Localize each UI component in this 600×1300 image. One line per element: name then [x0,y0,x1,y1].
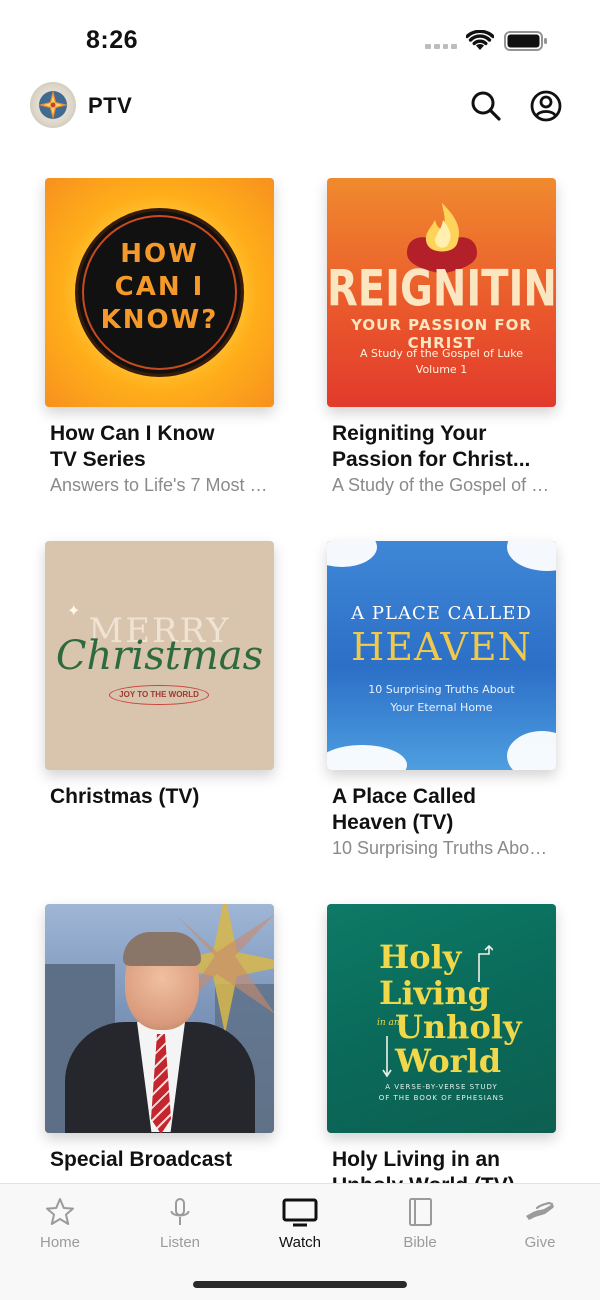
app-title: PTV [88,93,133,118]
series-title: Holy Living in an Unholy World (TV) [332,1148,515,1183]
artwork-caption-line: A VERSE-BY-VERSE STUDY [385,1083,498,1091]
artwork-caption-line: 10 Surprising Truths About [368,683,515,696]
artwork-title-line: Living [379,974,491,1012]
tab-label: Listen [159,1234,201,1251]
tab-label: Home [39,1234,80,1251]
person-hair [123,932,201,966]
tab-label: Give [524,1234,556,1251]
compass-logo-icon [38,90,68,120]
cloud-shape [327,541,377,567]
series-card-holy-living[interactable]: Holy Living in an Unholy World A VERSE-B… [327,904,587,1183]
arrow-up-icon [478,944,493,982]
status-bar: 8:26 [0,0,600,80]
series-subtitle: A Study of the Gospel of Luke [332,475,552,495]
book-icon [409,1198,432,1226]
home-indicator[interactable] [193,1281,407,1288]
giving-hand-icon [526,1201,554,1220]
series-artwork: ✦ MERRY Christmas JOY TO THE WORLD [45,541,274,770]
wifi-icon [466,30,494,50]
artwork-line: CAN I [114,272,205,302]
series-grid: HOW CAN I KNOW? How Can I Know TV Series… [0,178,600,1183]
series-subtitle: 10 Surprising Truths About Your Eternal … [332,838,552,858]
series-card-how-can-i-know[interactable]: HOW CAN I KNOW? How Can I Know TV Series… [45,178,305,497]
series-title: How Can I Know TV Series [50,422,215,471]
series-artwork: Holy Living in an Unholy World A VERSE-B… [327,904,556,1133]
series-artwork [45,904,274,1133]
artwork-title-line: World [395,1042,502,1080]
series-title: Reigniting Your Passion for Christ... [332,422,531,471]
signal-dots-icon [425,44,457,50]
tv-icon [282,1198,318,1227]
artwork-caption: 10 Surprising Truths About Your Eternal … [327,681,556,717]
artwork-line: HOW [120,239,199,269]
cloud-shape [507,731,556,770]
artwork-caption-line: OF THE BOOK OF EPHESIANS [378,1094,505,1102]
series-card-a-place-called-heaven[interactable]: A PLACE CALLED HEAVEN 10 Surprising Trut… [327,541,587,860]
artwork-title-line: Unholy [395,1008,522,1046]
series-title: Christmas (TV) [50,785,200,808]
artwork-title: HEAVEN [351,625,532,669]
series-artwork: HOW CAN I KNOW? [45,178,274,407]
series-title: Special Broadcast [50,1148,233,1171]
arrow-down-icon [382,1036,392,1078]
series-artwork: REIGNITING YOUR PASSION FOR CHRIST A Stu… [327,178,556,407]
tab-label: Bible [403,1234,437,1251]
microphone-icon [170,1198,190,1225]
series-card-special-broadcast[interactable]: Special Broadcast [45,904,305,1173]
artwork-caption-line: Volume 1 [415,363,468,376]
artwork-caption: A VERSE-BY-VERSE STUDY OF THE BOOK OF EP… [327,1082,556,1104]
artwork-title-line: A PLACE CALLED [351,603,532,624]
ptv-logo[interactable] [30,82,76,128]
cloud-shape [507,541,556,571]
series-subtitle: Answers to Life's 7 Most Important Quest… [50,475,270,495]
tab-give[interactable]: Give [480,1196,600,1251]
artwork-script-title: Christmas [55,633,264,679]
artwork-title: HOW CAN I KNOW? [75,238,244,337]
artwork-caption-line: A Study of the Gospel of Luke [360,347,523,360]
tab-home[interactable]: Home [0,1196,120,1251]
artwork-title-line: Holy [379,938,462,976]
star-icon [46,1198,74,1225]
tab-bible[interactable]: Bible [360,1196,480,1251]
tab-watch[interactable]: Watch [240,1196,360,1251]
status-time: 8:26 [86,26,139,54]
cloud-shape [327,745,407,770]
account-icon[interactable] [529,89,563,123]
battery-icon [504,31,547,51]
series-title: A Place Called Heaven (TV) [332,785,476,834]
artwork-title: REIGNITING [327,260,556,318]
artwork-caption-line: Your Eternal Home [390,701,493,714]
top-app-bar: PTV [0,80,600,134]
artwork-line: KNOW? [100,305,219,335]
series-artwork: A PLACE CALLED HEAVEN 10 Surprising Trut… [327,541,556,770]
series-card-christmas[interactable]: ✦ MERRY Christmas JOY TO THE WORLD Chris… [45,541,305,810]
search-icon[interactable] [469,89,503,123]
series-card-reigniting[interactable]: REIGNITING YOUR PASSION FOR CHRIST A Stu… [327,178,587,497]
tab-label: Watch [279,1234,321,1251]
artwork-caption: JOY TO THE WORLD [109,685,209,705]
tab-listen[interactable]: Listen [120,1196,240,1251]
artwork-caption: A Study of the Gospel of Luke Volume 1 [327,346,556,378]
